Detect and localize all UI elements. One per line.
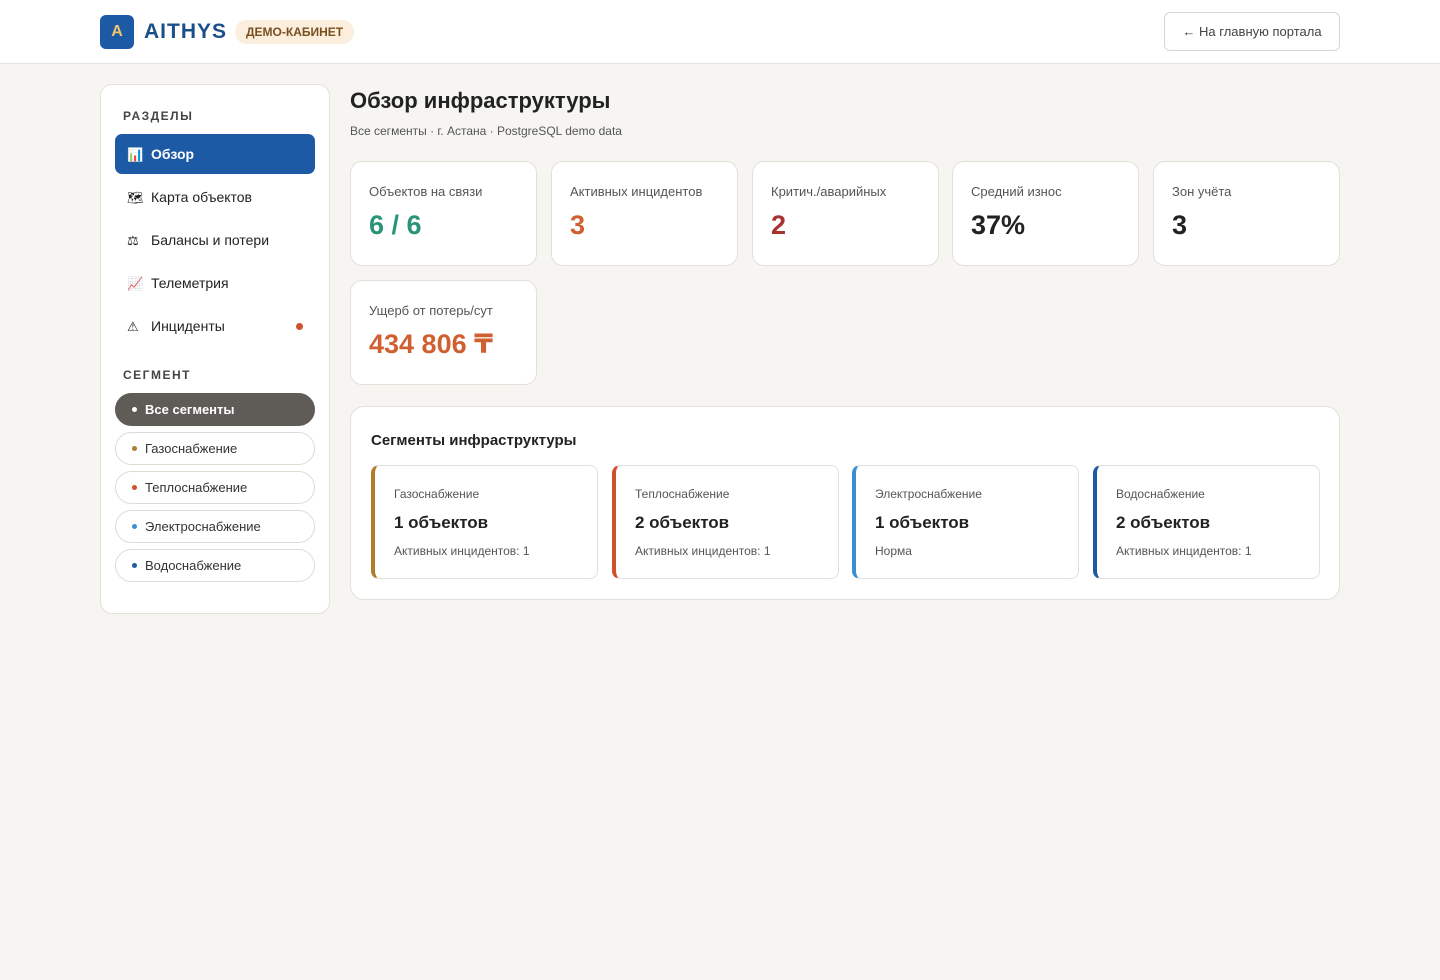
demo-badge: ДЕМО-КАБИНЕТ xyxy=(235,20,355,44)
kpi-label: Зон учёта xyxy=(1172,184,1232,199)
kpi-value: 2 xyxy=(771,210,787,240)
nav-item-label: Телеметрия xyxy=(151,275,229,291)
segment-card-electricity[interactable]: Электроснабжение 1 объектов Норма xyxy=(852,465,1079,579)
segment-filter-label: Газоснабжение xyxy=(145,441,238,456)
map-icon: 🗺 xyxy=(127,190,144,205)
segment-card-heat[interactable]: Теплоснабжение 2 объектов Активных инцид… xyxy=(612,465,839,579)
segment-filter-heat[interactable]: Теплоснабжение xyxy=(115,471,315,504)
segment-card-count: 2 объектов xyxy=(1116,513,1211,532)
segment-card-status: Активных инцидентов: 1 xyxy=(635,544,771,558)
segment-card-count: 1 объектов xyxy=(394,513,489,532)
kpi-value: 3 xyxy=(570,210,586,240)
nav-item-label: Карта объектов xyxy=(151,189,252,205)
nav-item-label: Балансы и потери xyxy=(151,232,270,248)
segment-dot xyxy=(132,407,137,413)
chart-icon: 📊 xyxy=(127,147,144,162)
segment-dot xyxy=(132,524,137,530)
kpi-value: 37% xyxy=(971,210,1026,240)
kpi-label: Активных инцидентов xyxy=(570,184,703,199)
brand-name[interactable]: AITHYS xyxy=(144,20,227,44)
segment-filter-label: Все сегменты xyxy=(145,402,235,417)
kpi-label: Критич./аварийных xyxy=(771,184,887,199)
sidebar: РАЗДЕЛЫ 📊 Обзор 🗺 Карта объектов ⚖ Балансы … xyxy=(100,84,330,614)
page-title: Обзор инфраструктуры xyxy=(350,88,611,113)
segment-heading: СЕГМЕНТ xyxy=(123,368,191,382)
kpi-card-active-incidents: Активных инцидентов 3 xyxy=(551,161,738,266)
segment-filter-label: Теплоснабжение xyxy=(145,480,248,495)
kpi-value: 434 806 ₸ xyxy=(369,329,493,359)
logo-icon[interactable]: A xyxy=(100,15,134,49)
segment-card-name: Теплоснабжение xyxy=(635,487,730,501)
kpi-card-average-wear: Средний износ 37% xyxy=(952,161,1139,266)
nav-item-telemetry[interactable]: 📈 Телеметрия xyxy=(115,263,315,303)
nav-item-label: Инциденты xyxy=(151,318,225,334)
segment-filter-label: Электроснабжение xyxy=(145,519,261,534)
trend-chart-icon: 📈 xyxy=(127,276,144,291)
nav-item-balances[interactable]: ⚖ Балансы и потери xyxy=(115,220,315,260)
nav-item-overview[interactable]: 📊 Обзор xyxy=(115,134,315,174)
segments-panel: Сегменты инфраструктуры Газоснабжение 1 … xyxy=(350,406,1340,600)
segment-card-name: Водоснабжение xyxy=(1116,487,1205,501)
kpi-label: Средний износ xyxy=(971,184,1062,199)
kpi-value: 3 xyxy=(1172,210,1188,240)
kpi-card-critical: Критич./аварийных 2 xyxy=(752,161,939,266)
kpi-card-metering-zones: Зон учёта 3 xyxy=(1153,161,1340,266)
warning-icon: ⚠ xyxy=(127,319,139,334)
segment-filter-gas[interactable]: Газоснабжение xyxy=(115,432,315,465)
segment-filter-all[interactable]: Все сегменты xyxy=(115,393,315,426)
scales-icon: ⚖ xyxy=(127,233,139,248)
segment-card-name: Электроснабжение xyxy=(875,487,982,501)
nav-item-map[interactable]: 🗺 Карта объектов xyxy=(115,177,315,217)
segment-filter-label: Водоснабжение xyxy=(145,558,242,573)
segment-card-status: Норма xyxy=(875,544,912,558)
page-subtitle: Все сегменты · г. Астана · PostgreSQL de… xyxy=(350,124,622,138)
segment-card-count: 1 объектов xyxy=(875,513,970,532)
incident-alert-dot xyxy=(296,323,303,330)
kpi-label: Ущерб от потерь/сут xyxy=(369,303,493,318)
kpi-value: 6 / 6 xyxy=(369,210,422,240)
segment-card-name: Газоснабжение xyxy=(394,487,480,501)
segment-card-water[interactable]: Водоснабжение 2 объектов Активных инциде… xyxy=(1093,465,1320,579)
segment-dot xyxy=(132,485,137,491)
nav-item-label: Обзор xyxy=(151,146,195,162)
segment-filter-electricity[interactable]: Электроснабжение xyxy=(115,510,315,543)
segment-card-count: 2 объектов xyxy=(635,513,730,532)
segment-filter-water[interactable]: Водоснабжение xyxy=(115,549,315,582)
kpi-card-online-objects: Объектов на связи 6 / 6 xyxy=(350,161,537,266)
segments-panel-title: Сегменты инфраструктуры xyxy=(371,432,577,449)
top-header: A AITHYS ДЕМО-КАБИНЕТ ← На главную порта… xyxy=(0,0,1440,64)
segment-card-status: Активных инцидентов: 1 xyxy=(1116,544,1252,558)
kpi-label: Объектов на связи xyxy=(369,184,483,199)
segment-card-status: Активных инцидентов: 1 xyxy=(394,544,530,558)
segment-dot xyxy=(132,446,137,452)
nav-item-incidents[interactable]: ⚠ Инциденты xyxy=(115,306,315,346)
segment-card-gas[interactable]: Газоснабжение 1 объектов Активных инциде… xyxy=(371,465,598,579)
sections-heading: РАЗДЕЛЫ xyxy=(123,109,194,123)
kpi-card-loss-damage: Ущерб от потерь/сут 434 806 ₸ xyxy=(350,280,537,385)
segment-dot xyxy=(132,563,137,569)
back-to-portal-button[interactable]: ← На главную портала xyxy=(1164,12,1340,51)
